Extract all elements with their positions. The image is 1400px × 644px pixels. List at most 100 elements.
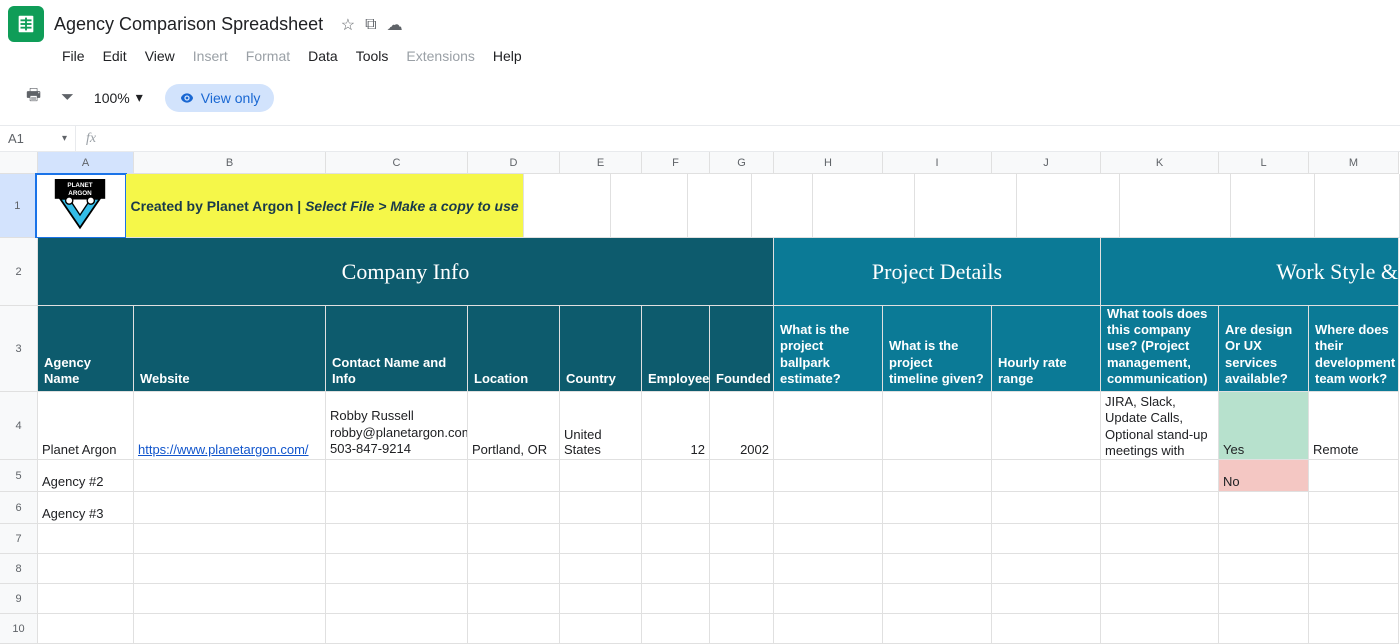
cell-a7[interactable]	[38, 524, 134, 554]
menu-data[interactable]: Data	[300, 44, 346, 68]
cell-c6[interactable]	[326, 492, 468, 524]
cell-b4[interactable]: https://www.planetargon.com/	[134, 392, 326, 460]
hdr-timeline[interactable]: What is the project timeline given?	[883, 306, 992, 392]
col-header-m[interactable]: M	[1309, 152, 1399, 174]
menu-edit[interactable]: Edit	[95, 44, 135, 68]
cell-c4[interactable]: Robby Russell robby@planetargon.com 503-…	[326, 392, 468, 460]
cell-h4[interactable]	[774, 392, 883, 460]
col-header-a[interactable]: A	[38, 152, 134, 174]
cell-j5[interactable]	[992, 460, 1101, 492]
cell-e5[interactable]	[560, 460, 642, 492]
menu-file[interactable]: File	[54, 44, 93, 68]
cell-l1[interactable]	[1231, 174, 1316, 238]
cell-i1[interactable]	[915, 174, 1017, 238]
cell-g4[interactable]: 2002	[710, 392, 774, 460]
col-header-h[interactable]: H	[774, 152, 883, 174]
cell-m5[interactable]	[1309, 460, 1399, 492]
cell-f6[interactable]	[642, 492, 710, 524]
name-box[interactable]: A1 ▾	[0, 126, 76, 151]
hdr-contact[interactable]: Contact Name and Info	[326, 306, 468, 392]
cell-l4[interactable]: Yes	[1219, 392, 1309, 460]
col-header-c[interactable]: C	[326, 152, 468, 174]
hdr-ballpark[interactable]: What is the project ballpark estimate?	[774, 306, 883, 392]
cell-h5[interactable]	[774, 460, 883, 492]
col-header-e[interactable]: E	[560, 152, 642, 174]
cell-j6[interactable]	[992, 492, 1101, 524]
cell-l6[interactable]	[1219, 492, 1309, 524]
col-header-k[interactable]: K	[1101, 152, 1219, 174]
cell-a6[interactable]: Agency #3	[38, 492, 134, 524]
row-header-10[interactable]: 10	[0, 614, 38, 644]
hdr-agency[interactable]: Agency Name	[38, 306, 134, 392]
cell-k1[interactable]	[1120, 174, 1231, 238]
row-header-5[interactable]: 5	[0, 460, 38, 492]
zoom-control[interactable]: 100% ▾	[94, 89, 143, 106]
cell-m1[interactable]	[1315, 174, 1400, 238]
cell-e4[interactable]: United States	[560, 392, 642, 460]
hdr-employees[interactable]: Employees	[642, 306, 710, 392]
col-header-i[interactable]: I	[883, 152, 992, 174]
menu-help[interactable]: Help	[485, 44, 530, 68]
move-icon[interactable]: ⧉	[365, 16, 376, 34]
cell-g5[interactable]	[710, 460, 774, 492]
row-header-7[interactable]: 7	[0, 524, 38, 554]
cell-d1[interactable]	[524, 174, 611, 238]
row-header-2[interactable]: 2	[0, 238, 38, 306]
col-header-d[interactable]: D	[468, 152, 560, 174]
cell-e1[interactable]	[611, 174, 688, 238]
col-header-f[interactable]: F	[642, 152, 710, 174]
hdr-founded[interactable]: Founded	[710, 306, 774, 392]
row-header-9[interactable]: 9	[0, 584, 38, 614]
document-title[interactable]: Agency Comparison Spreadsheet	[54, 14, 323, 34]
col-header-b[interactable]: B	[134, 152, 326, 174]
hdr-design[interactable]: Are design Or UX services available?	[1219, 306, 1309, 392]
cell-h6[interactable]	[774, 492, 883, 524]
cell-g6[interactable]	[710, 492, 774, 524]
cell-k4[interactable]: JIRA, Slack, Update Calls, Optional stan…	[1101, 392, 1219, 460]
cell-j4[interactable]	[992, 392, 1101, 460]
col-header-l[interactable]: L	[1219, 152, 1309, 174]
cell-j1[interactable]	[1017, 174, 1119, 238]
cell-m4[interactable]: Remote	[1309, 392, 1399, 460]
cell-i4[interactable]	[883, 392, 992, 460]
hdr-tools[interactable]: What tools does this company use? (Proje…	[1101, 306, 1219, 392]
section-project-details[interactable]: Project Details	[774, 238, 1101, 306]
hdr-rate[interactable]: Hourly rate range	[992, 306, 1101, 392]
cell-k5[interactable]	[1101, 460, 1219, 492]
menu-view[interactable]: View	[137, 44, 183, 68]
hdr-remote[interactable]: Where does their development team work?	[1309, 306, 1399, 392]
cloud-icon[interactable]: ☁	[387, 15, 403, 35]
hdr-website[interactable]: Website	[134, 306, 326, 392]
filter-icon[interactable]: ⏷	[57, 85, 78, 111]
cell-a5[interactable]: Agency #2	[38, 460, 134, 492]
hdr-country[interactable]: Country	[560, 306, 642, 392]
website-link[interactable]: https://www.planetargon.com/	[138, 442, 309, 457]
select-all-corner[interactable]	[0, 152, 38, 174]
cell-a1[interactable]: PLANET ARGON	[36, 174, 126, 238]
cell-f4[interactable]: 12	[642, 392, 710, 460]
cell-l5[interactable]: No	[1219, 460, 1309, 492]
cell-d6[interactable]	[468, 492, 560, 524]
cell-e6[interactable]	[560, 492, 642, 524]
menu-tools[interactable]: Tools	[348, 44, 397, 68]
row-header-8[interactable]: 8	[0, 554, 38, 584]
row-header-4[interactable]: 4	[0, 392, 38, 460]
cell-i5[interactable]	[883, 460, 992, 492]
star-icon[interactable]: ☆	[341, 15, 355, 35]
cell-b6[interactable]	[134, 492, 326, 524]
cell-banner[interactable]: Created by Planet Argon | Select File > …	[126, 174, 525, 238]
section-work-style[interactable]: Work Style &	[1101, 238, 1399, 306]
cell-b5[interactable]	[134, 460, 326, 492]
cell-g1[interactable]	[752, 174, 812, 238]
print-icon[interactable]: 🖶	[22, 80, 45, 115]
cell-h1[interactable]	[813, 174, 915, 238]
view-only-badge[interactable]: View only	[165, 84, 275, 112]
cell-m6[interactable]	[1309, 492, 1399, 524]
section-company-info[interactable]: Company Info	[38, 238, 774, 306]
cell-f5[interactable]	[642, 460, 710, 492]
cell-d5[interactable]	[468, 460, 560, 492]
cell-f1[interactable]	[688, 174, 752, 238]
cell-d4[interactable]: Portland, OR	[468, 392, 560, 460]
row-header-6[interactable]: 6	[0, 492, 38, 524]
cell-c5[interactable]	[326, 460, 468, 492]
